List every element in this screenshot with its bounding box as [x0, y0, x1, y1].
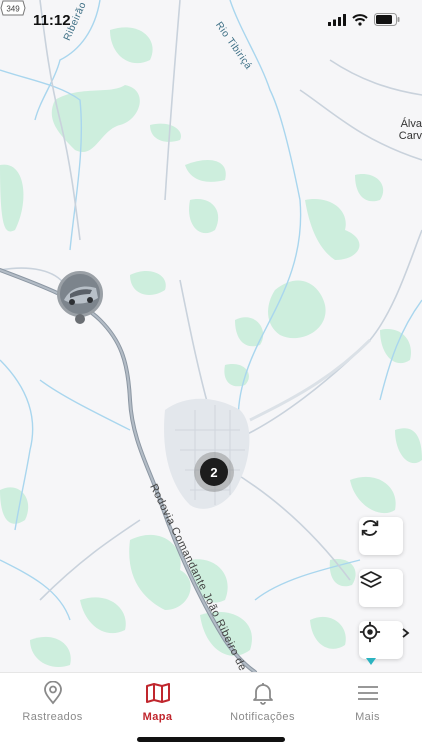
- location-pin-icon: [43, 681, 62, 705]
- tab-mais[interactable]: Mais: [315, 681, 420, 723]
- status-bar: 11:12: [0, 0, 422, 40]
- signal-icon: [328, 13, 346, 26]
- locate-icon: [359, 621, 381, 643]
- vehicle-cluster[interactable]: 2: [194, 452, 234, 492]
- battery-icon: [374, 13, 400, 26]
- tab-rastreados[interactable]: Rastreados: [0, 681, 105, 723]
- layers-icon: [360, 571, 382, 588]
- refresh-icon: [361, 520, 379, 536]
- wifi-icon: [352, 13, 368, 26]
- tab-notificacoes-label: Notificações: [230, 711, 295, 723]
- vehicle-photo-icon: [60, 274, 100, 314]
- menu-icon: [357, 686, 378, 700]
- chevron-right-icon: [402, 628, 410, 638]
- layers-button[interactable]: [359, 569, 403, 607]
- vehicle-marker[interactable]: [57, 271, 103, 317]
- map-view[interactable]: Ribeirão Ipiranga Rio Tibiriçá Álva Carv…: [0, 0, 422, 672]
- locate-me-button[interactable]: [359, 621, 403, 659]
- map-icon: [145, 683, 170, 703]
- cluster-count: 2: [200, 458, 228, 486]
- tab-rastreados-label: Rastreados: [22, 711, 83, 723]
- tab-mapa-label: Mapa: [142, 711, 173, 723]
- status-icons: [328, 13, 400, 26]
- status-time: 11:12: [33, 12, 71, 29]
- tab-mapa[interactable]: Mapa: [105, 681, 210, 723]
- town-label: Álva Carv: [398, 118, 422, 142]
- tab-mais-label: Mais: [355, 711, 380, 723]
- tab-notificacoes[interactable]: Notificações: [210, 681, 315, 723]
- vehicle-position-dot: [75, 314, 85, 324]
- pointer-caret-icon: [366, 658, 376, 665]
- refresh-button[interactable]: [359, 517, 403, 555]
- home-indicator: [137, 737, 285, 742]
- bell-icon: [252, 683, 273, 705]
